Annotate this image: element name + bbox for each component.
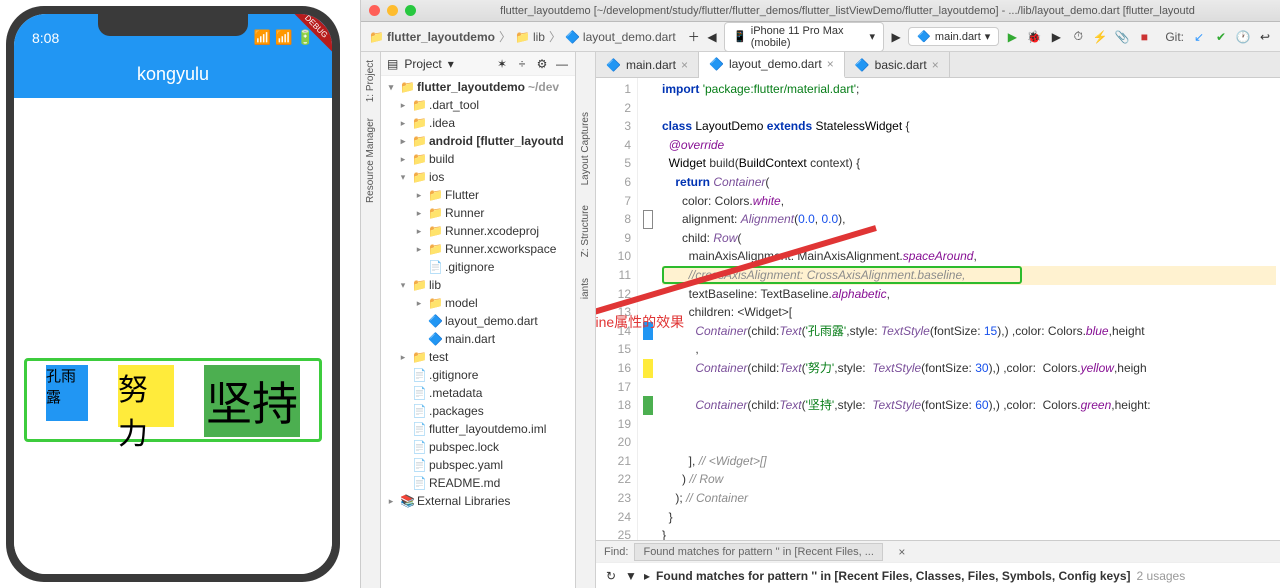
demo-box-1: 孔雨露: [46, 365, 88, 421]
rerun-icon[interactable]: ↻: [604, 569, 618, 583]
marker-column: [638, 78, 658, 540]
maximize-icon[interactable]: [405, 5, 416, 16]
next-icon[interactable]: ▶: [890, 30, 902, 44]
tab-close-icon[interactable]: ×: [681, 58, 688, 72]
tool-resource-manager[interactable]: Resource Manager: [365, 118, 376, 203]
bc-project: 📁 flutter_layoutdemo: [369, 30, 495, 44]
run-config-selector[interactable]: 🔷 main.dart ▾: [908, 27, 999, 46]
mac-titlebar: flutter_layoutdemo [~/development/study/…: [361, 0, 1280, 22]
tree-item[interactable]: ▾📁ios: [381, 168, 575, 186]
tab-close-icon[interactable]: ×: [827, 57, 834, 71]
line-gutter[interactable]: 1234567891011121314151617181920212223242…: [596, 78, 638, 540]
tab-close-icon[interactable]: ×: [932, 58, 939, 72]
row-demo: 孔雨露 努力 坚持: [24, 358, 322, 442]
project-gear-icon[interactable]: ⚙: [535, 57, 549, 71]
tree-item[interactable]: ▸📁Runner: [381, 204, 575, 222]
statusbar-indicators: 📶 📶 🔋: [254, 29, 314, 46]
code-content[interactable]: import 'package:flutter/material.dart'; …: [658, 78, 1280, 540]
tree-item[interactable]: ▾📁flutter_layoutdemo ~/dev: [381, 78, 575, 96]
project-tree[interactable]: ▾📁flutter_layoutdemo ~/dev▸📁.dart_tool▸📁…: [381, 76, 575, 588]
find-tab-close-icon[interactable]: ×: [895, 545, 909, 559]
tree-item[interactable]: 🔷main.dart: [381, 330, 575, 348]
project-panel-header: ▤Project▾ ✶ ÷ ⚙ —: [381, 52, 575, 76]
minimize-icon[interactable]: [387, 5, 398, 16]
left-tool-strip: 1: Project Resource Manager: [361, 52, 381, 588]
profile-icon[interactable]: ⏱: [1071, 30, 1085, 44]
ide-window: flutter_layoutdemo [~/development/study/…: [360, 0, 1280, 588]
tree-item[interactable]: 🔷layout_demo.dart: [381, 312, 575, 330]
find-result-bar: ↻ ▼ ▸ Found matches for pattern '' in [R…: [596, 562, 1280, 588]
tree-item[interactable]: ▸📁test: [381, 348, 575, 366]
tree-item[interactable]: 📄.packages: [381, 402, 575, 420]
coverage-icon[interactable]: ▶: [1049, 30, 1063, 44]
add-config-icon[interactable]: ＋: [688, 30, 700, 44]
left-tool-strip-2: Layout Captures Z: Structure iants: [576, 52, 596, 588]
device-selector[interactable]: 📱 iPhone 11 Pro Max (mobile) ▾: [724, 22, 884, 52]
project-panel: ▤Project▾ ✶ ÷ ⚙ — ▾📁flutter_layoutdemo ~…: [381, 52, 576, 588]
run-icon[interactable]: ▶: [1005, 30, 1019, 44]
tree-item[interactable]: 📄README.md: [381, 474, 575, 492]
tree-item[interactable]: ▸📁Flutter: [381, 186, 575, 204]
project-panel-title[interactable]: Project: [404, 57, 441, 71]
tree-item[interactable]: ▸📁.dart_tool: [381, 96, 575, 114]
project-collapse-icon[interactable]: ÷: [515, 57, 529, 71]
tree-item[interactable]: 📄pubspec.yaml: [381, 456, 575, 474]
bc-file: 🔷 layout_demo.dart: [565, 30, 676, 44]
tree-item[interactable]: ▸📁build: [381, 150, 575, 168]
tool-layout-captures[interactable]: Layout Captures: [580, 112, 591, 185]
tool-variants[interactable]: iants: [580, 278, 591, 299]
tree-item[interactable]: 📄.gitignore: [381, 366, 575, 384]
tree-item[interactable]: 📄pubspec.lock: [381, 438, 575, 456]
git-history-icon[interactable]: 🕐: [1236, 30, 1250, 44]
filter-icon[interactable]: ▼: [624, 569, 638, 583]
tree-item[interactable]: 📄.metadata: [381, 384, 575, 402]
top-toolbar: 📁 flutter_layoutdemo〉 📁 lib〉 🔷 layout_de…: [361, 22, 1280, 52]
editor-tabs: 🔷 main.dart ×🔷 layout_demo.dart ×🔷 basic…: [596, 52, 1280, 78]
find-label: Find:: [604, 546, 628, 558]
bc-folder: 📁 lib: [515, 30, 545, 44]
phone-notch: [98, 14, 248, 36]
tree-item[interactable]: ▸📁.idea: [381, 114, 575, 132]
tree-item[interactable]: ▸📚External Libraries: [381, 492, 575, 510]
git-commit-icon[interactable]: ✔: [1214, 30, 1228, 44]
editor-tab[interactable]: 🔷 main.dart ×: [596, 52, 699, 77]
tree-item[interactable]: ▸📁Runner.xcodeproj: [381, 222, 575, 240]
hot-reload-icon[interactable]: ⚡: [1093, 30, 1107, 44]
close-icon[interactable]: [369, 5, 380, 16]
editor-tab[interactable]: 🔷 basic.dart ×: [845, 52, 950, 77]
appbar-title: kongyulu: [137, 64, 209, 85]
phone-simulator: DEBUG 8:08 📶 📶 🔋 kongyulu 孔雨露 努力 坚持: [0, 0, 360, 588]
tree-item[interactable]: ▾📁lib: [381, 276, 575, 294]
find-tab[interactable]: Found matches for pattern '' in [Recent …: [634, 543, 882, 561]
demo-box-3: 坚持: [204, 365, 300, 437]
editor-tab[interactable]: 🔷 layout_demo.dart ×: [699, 52, 845, 78]
window-title: flutter_layoutdemo [~/development/study/…: [423, 5, 1272, 17]
breadcrumb[interactable]: 📁 flutter_layoutdemo〉 📁 lib〉 🔷 layout_de…: [369, 28, 676, 45]
tree-item[interactable]: 📄flutter_layoutdemo.iml: [381, 420, 575, 438]
project-settings-icon[interactable]: ✶: [495, 57, 509, 71]
editor-area: 🔷 main.dart ×🔷 layout_demo.dart ×🔷 basic…: [596, 52, 1280, 588]
find-result-text[interactable]: Found matches for pattern '' in [Recent …: [656, 569, 1131, 583]
prev-icon[interactable]: ◀: [706, 30, 718, 44]
git-update-icon[interactable]: ↙: [1192, 30, 1206, 44]
git-rollback-icon[interactable]: ↩: [1258, 30, 1272, 44]
tree-item[interactable]: 📄.gitignore: [381, 258, 575, 276]
debug-icon[interactable]: 🐞: [1027, 30, 1041, 44]
code-editor[interactable]: 1234567891011121314151617181920212223242…: [596, 78, 1280, 540]
statusbar-time: 8:08: [32, 30, 59, 46]
find-bar: Find: Found matches for pattern '' in [R…: [596, 540, 1280, 562]
git-label: Git:: [1165, 30, 1184, 44]
tool-structure[interactable]: Z: Structure: [580, 205, 591, 257]
attach-icon[interactable]: 📎: [1115, 30, 1129, 44]
find-usages-count: 2 usages: [1137, 569, 1186, 583]
phone-appbar: kongyulu: [14, 50, 332, 98]
tree-item[interactable]: ▸📁model: [381, 294, 575, 312]
demo-box-2: 努力: [118, 365, 174, 427]
tree-item[interactable]: ▸📁Runner.xcworkspace: [381, 240, 575, 258]
tool-project[interactable]: 1: Project: [365, 60, 376, 102]
project-hide-icon[interactable]: —: [555, 57, 569, 71]
stop-icon[interactable]: ■: [1137, 30, 1151, 44]
tree-item[interactable]: ▸📁android [flutter_layoutd: [381, 132, 575, 150]
